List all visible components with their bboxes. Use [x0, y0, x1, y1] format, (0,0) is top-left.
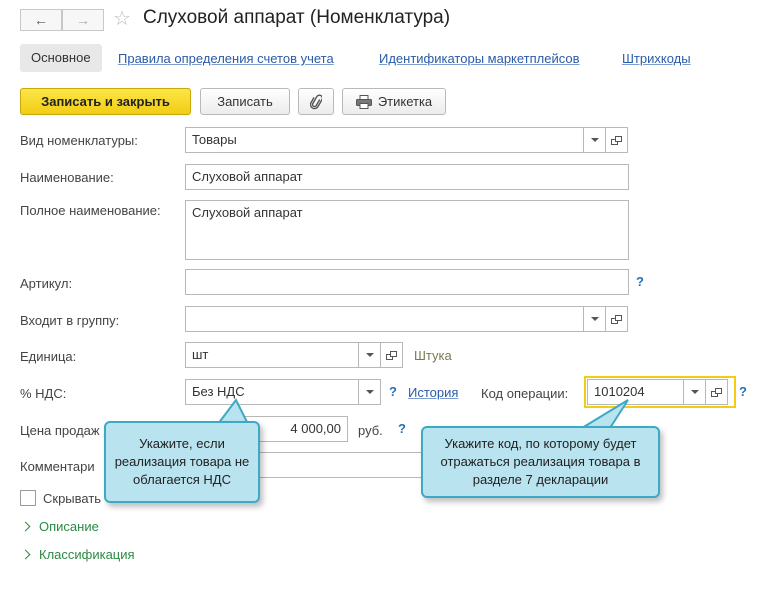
name-label: Наименование: [20, 170, 114, 185]
label-print-button[interactable]: Этикетка [342, 88, 446, 115]
chevron-right-icon [20, 521, 31, 532]
group-open-button[interactable] [606, 306, 628, 332]
full-name-label: Полное наименование: [20, 203, 161, 218]
group-label: Входит в группу: [20, 313, 120, 328]
group-dropdown-button[interactable] [584, 306, 606, 332]
label-print-label: Этикетка [377, 94, 433, 109]
op-code-open-button[interactable] [706, 379, 728, 405]
vat-callout: Укажите, если реализация товара не облаг… [104, 421, 260, 503]
section-description[interactable]: Описание [20, 519, 99, 534]
hide-label: Скрывать [43, 491, 102, 506]
section-description-label: Описание [39, 519, 99, 534]
save-button[interactable]: Записать [200, 88, 290, 115]
kind-dropdown-button[interactable] [584, 127, 606, 153]
chevron-down-icon [365, 353, 374, 357]
chevron-down-icon [590, 138, 599, 142]
chevron-down-icon [365, 390, 374, 394]
save-and-close-button[interactable]: Записать и закрыть [20, 88, 191, 115]
op-code-help-icon[interactable]: ? [739, 384, 747, 399]
unit-hint: Штука [414, 348, 452, 363]
op-code-label: Код операции: [481, 386, 569, 401]
save-and-close-label: Записать и закрыть [41, 94, 170, 109]
op-code-callout-text: Укажите код, по которому будет отражатьс… [440, 436, 641, 487]
vat-help-icon[interactable]: ? [389, 384, 397, 399]
printer-icon [355, 94, 372, 109]
tab-account-rules[interactable]: Правила определения счетов учета [118, 51, 334, 66]
chevron-down-icon [690, 390, 699, 394]
open-window-icon [386, 350, 397, 360]
unit-dropdown-button[interactable] [359, 342, 381, 368]
tab-main[interactable]: Основное [20, 44, 102, 72]
open-window-icon [611, 314, 622, 324]
vat-callout-text: Укажите, если реализация товара не облаг… [114, 436, 250, 487]
article-label: Артикул: [20, 276, 73, 291]
op-code-callout: Укажите код, по которому будет отражатьс… [421, 426, 660, 498]
article-field[interactable] [185, 269, 629, 295]
kind-field[interactable]: Товары [185, 127, 584, 153]
kind-open-button[interactable] [606, 127, 628, 153]
article-help-icon[interactable]: ? [636, 274, 644, 289]
tab-barcodes[interactable]: Штрихкоды [622, 51, 691, 66]
vat-label: % НДС: [20, 386, 67, 401]
arrow-right-icon: → [76, 12, 90, 28]
open-window-icon [711, 387, 722, 397]
comment-label: Комментари [20, 459, 95, 474]
vat-field[interactable]: Без НДС [185, 379, 359, 405]
page-title: Слуховой аппарат (Номенклатура) [143, 7, 451, 28]
star-icon[interactable]: ☆ [113, 6, 131, 31]
save-label: Записать [217, 94, 273, 109]
arrow-left-icon: ← [34, 12, 48, 28]
tab-marketplace-ids[interactable]: Идентификаторы маркетплейсов [379, 51, 580, 66]
forward-button[interactable]: → [62, 9, 104, 31]
unit-open-button[interactable] [381, 342, 403, 368]
unit-field[interactable]: шт [185, 342, 359, 368]
group-field[interactable] [185, 306, 584, 332]
chevron-down-icon [590, 317, 599, 321]
kind-label: Вид номенклатуры: [20, 133, 138, 148]
hide-checkbox[interactable] [20, 490, 36, 506]
name-field[interactable]: Слуховой аппарат [185, 164, 629, 190]
vat-dropdown-button[interactable] [359, 379, 381, 405]
unit-label: Единица: [20, 349, 77, 364]
vat-history-link[interactable]: История [408, 385, 458, 400]
back-button[interactable]: ← [20, 9, 62, 31]
price-help-icon[interactable]: ? [398, 421, 406, 436]
open-window-icon [611, 135, 622, 145]
full-name-field[interactable]: Слуховой аппарат [185, 200, 629, 260]
attach-button[interactable] [298, 88, 334, 115]
price-label: Цена продаж [20, 423, 100, 438]
paperclip-icon [310, 94, 322, 109]
price-currency: руб. [358, 423, 383, 438]
section-classification[interactable]: Классификация [20, 547, 135, 562]
section-classification-label: Классификация [39, 547, 135, 562]
chevron-right-icon [20, 549, 31, 560]
op-code-dropdown-button[interactable] [684, 379, 706, 405]
